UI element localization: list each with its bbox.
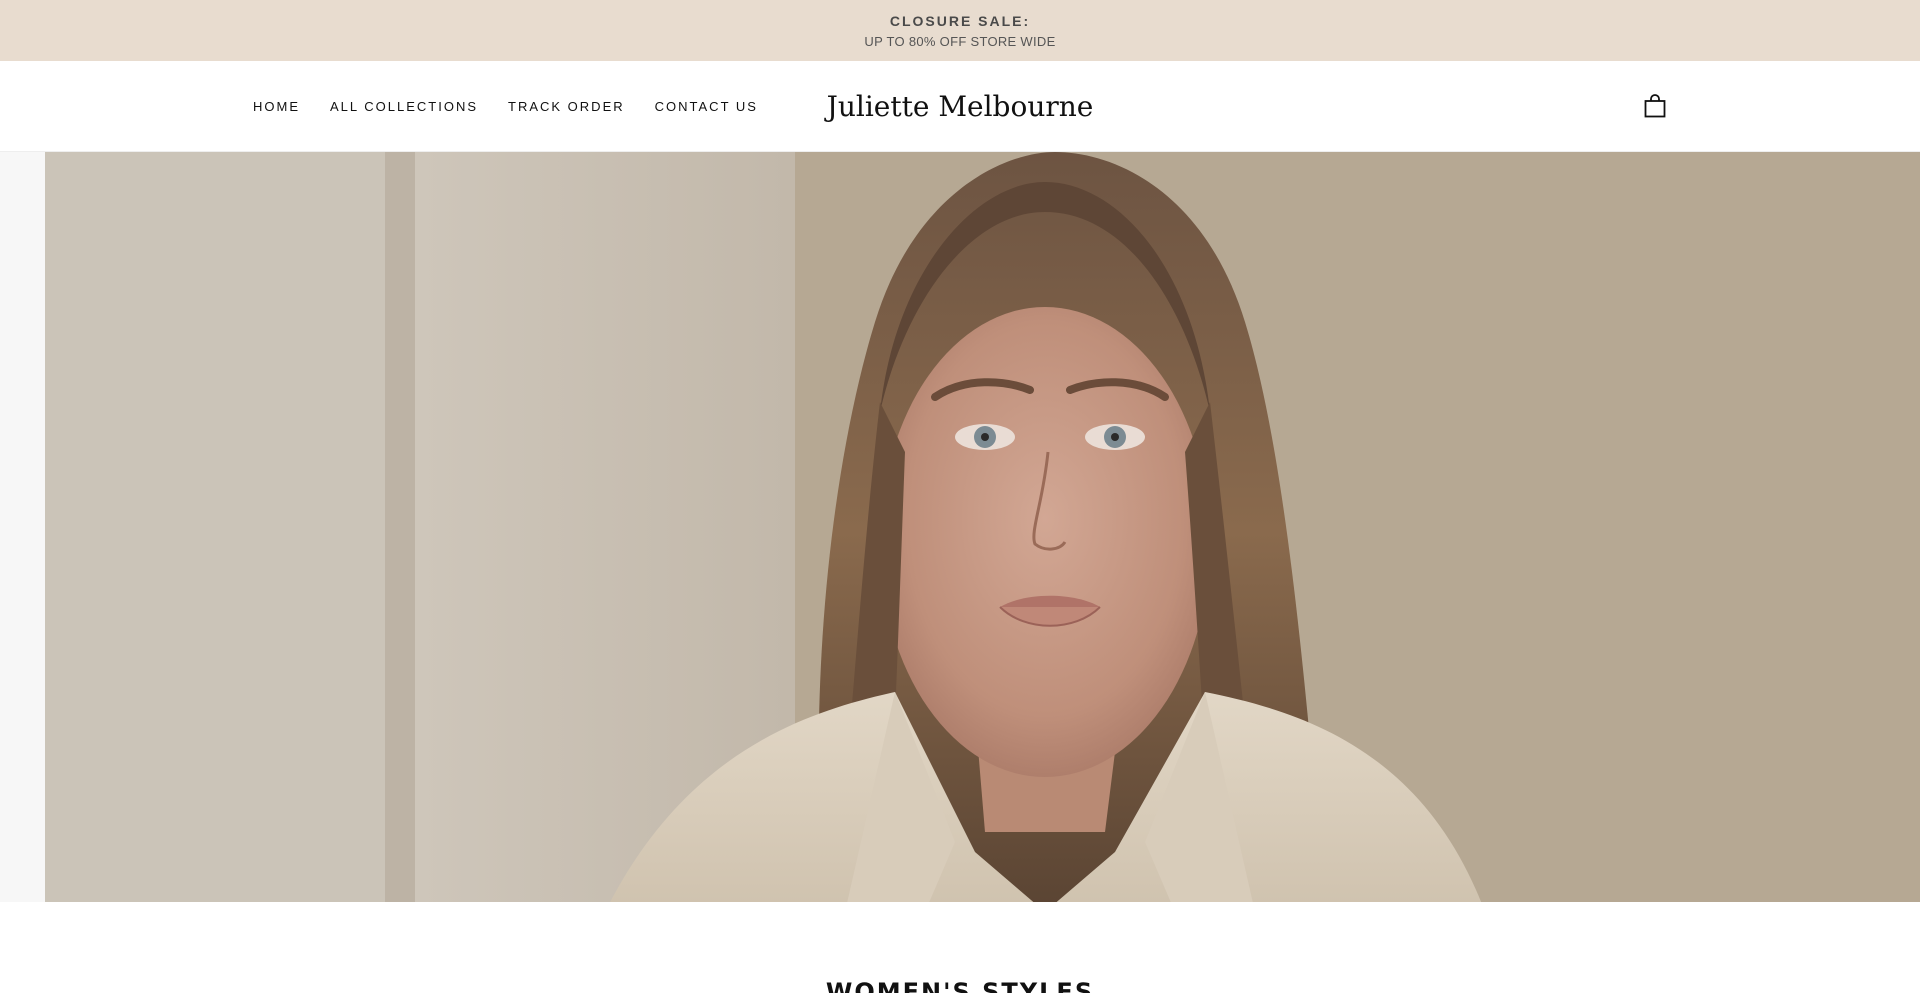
nav-item-track-order[interactable]: TRACK ORDER [508,99,625,114]
section-title: WOMEN'S STYLES [825,978,1095,993]
hero-portrait-image [45,152,1920,902]
nav-item-all-collections[interactable]: ALL COLLECTIONS [330,99,478,114]
nav-item-home[interactable]: HOME [253,99,300,114]
shopping-bag-icon [1644,94,1666,118]
main-nav: HOME ALL COLLECTIONS TRACK ORDER CONTACT… [253,61,788,152]
announcement-subtitle: UP TO 80% OFF STORE WIDE [864,33,1056,49]
nav-item-contact-us[interactable]: CONTACT US [655,99,758,114]
site-header: HOME ALL COLLECTIONS TRACK ORDER CONTACT… [0,61,1920,152]
hero-banner[interactable] [45,152,1920,902]
announcement-title: CLOSURE SALE: [889,12,1031,29]
announcement-bar: CLOSURE SALE: UP TO 80% OFF STORE WIDE [0,0,1920,61]
cart-button[interactable] [1640,91,1670,121]
brand-logo[interactable]: Juliette Melbourne [827,90,1094,123]
hero-left-strip [0,152,45,902]
